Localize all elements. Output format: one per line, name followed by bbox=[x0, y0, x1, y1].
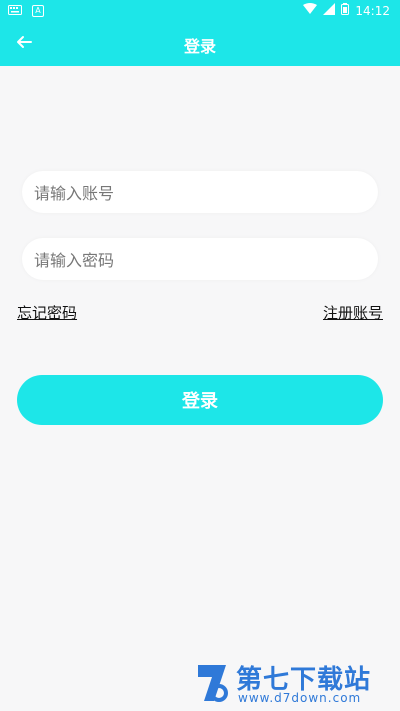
battery-icon bbox=[341, 3, 350, 18]
status-left-icons: A bbox=[8, 4, 44, 18]
register-link[interactable]: 注册账号 bbox=[323, 302, 383, 323]
signal-icon bbox=[323, 3, 336, 18]
password-input[interactable]: 请输入密码 bbox=[22, 238, 378, 280]
app-a-icon: A bbox=[32, 5, 44, 17]
status-right-icons: 14:12 bbox=[303, 3, 390, 18]
page-title: 登录 bbox=[183, 37, 216, 56]
status-bar: A 14:12 bbox=[0, 0, 400, 22]
watermark-logo-icon bbox=[194, 663, 230, 707]
watermark-url: www.d7down.com bbox=[238, 691, 362, 705]
login-button[interactable]: 登录 bbox=[17, 375, 383, 425]
watermark: 第七下载站 www.d7down.com bbox=[192, 657, 392, 709]
forgot-password-link[interactable]: 忘记密码 bbox=[17, 302, 77, 323]
login-screen: A 14:12 登录 请输入账号 请输入密码 忘记密码 注册账号 登录 第七下载… bbox=[0, 0, 400, 711]
app-bar: 登录 bbox=[0, 22, 400, 66]
wifi-icon bbox=[303, 3, 318, 18]
password-placeholder: 请输入密码 bbox=[34, 251, 115, 270]
account-input[interactable]: 请输入账号 bbox=[22, 171, 378, 213]
status-time: 14:12 bbox=[355, 3, 390, 18]
account-placeholder: 请输入账号 bbox=[34, 184, 115, 203]
keyboard-icon bbox=[8, 4, 22, 18]
